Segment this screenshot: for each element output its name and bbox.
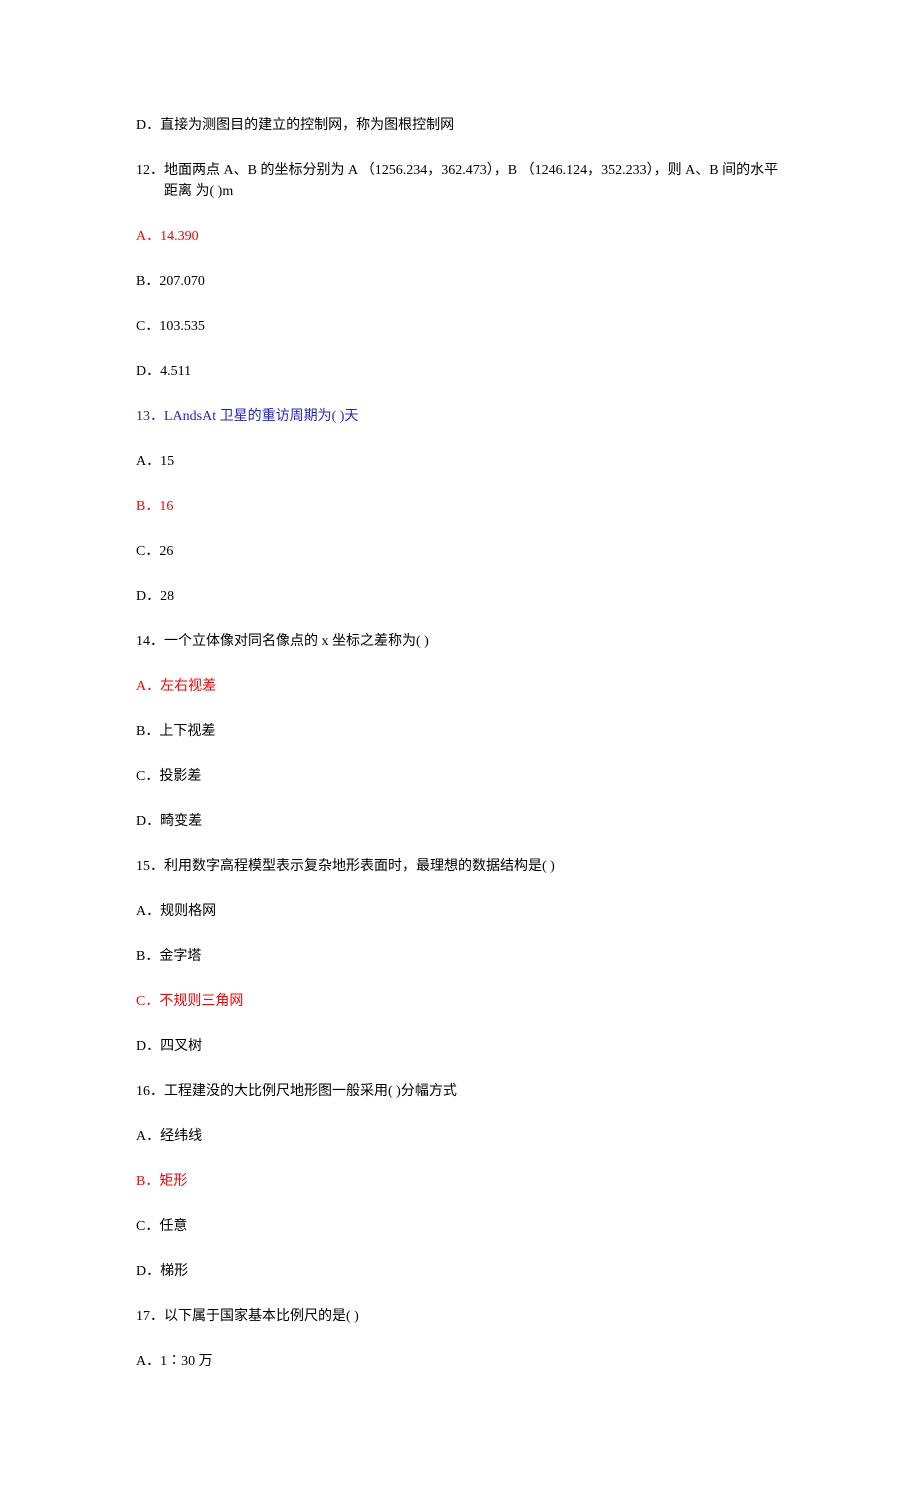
text-line: B．16 bbox=[136, 496, 784, 517]
text-line: 17．以下属于国家基本比例尺的是( ) bbox=[136, 1306, 784, 1327]
text-line: A．左右视差 bbox=[136, 676, 784, 697]
text-line: A．1∶30 万 bbox=[136, 1351, 784, 1372]
text-line: B．金字塔 bbox=[136, 946, 784, 967]
text-line: B．上下视差 bbox=[136, 721, 784, 742]
text-line: 15．利用数字高程模型表示复杂地形表面时，最理想的数据结构是( ) bbox=[136, 856, 784, 877]
text-line: 12．地面两点 A、B 的坐标分别为 A （1256.234，362.473），… bbox=[136, 160, 784, 202]
text-line: C．任意 bbox=[136, 1216, 784, 1237]
text-line: A．经纬线 bbox=[136, 1126, 784, 1147]
text-line: D．直接为测图目的建立的控制网，称为图根控制网 bbox=[136, 115, 784, 136]
text-line: C．投影差 bbox=[136, 766, 784, 787]
document-page: D．直接为测图目的建立的控制网，称为图根控制网 12．地面两点 A、B 的坐标分别… bbox=[0, 0, 920, 1496]
text-line: 16．工程建没的大比例尺地形图一般采用( )分幅方式 bbox=[136, 1081, 784, 1102]
text-line: D．28 bbox=[136, 586, 784, 607]
text-line: D．畸变差 bbox=[136, 811, 784, 832]
text-line: C．103.535 bbox=[136, 316, 784, 337]
text-line: A．规则格网 bbox=[136, 901, 784, 922]
text-line: C．不规则三角网 bbox=[136, 991, 784, 1012]
text-line: B．207.070 bbox=[136, 271, 784, 292]
text-line: A．14.390 bbox=[136, 226, 784, 247]
text-line: D．梯形 bbox=[136, 1261, 784, 1282]
text-line: C．26 bbox=[136, 541, 784, 562]
text-line: 13．LAndsAt 卫星的重访周期为( )天 bbox=[136, 406, 784, 427]
text-line: A．15 bbox=[136, 451, 784, 472]
text-line: D．4.511 bbox=[136, 361, 784, 382]
text-line: D．四叉树 bbox=[136, 1036, 784, 1057]
text-line: B．矩形 bbox=[136, 1171, 784, 1192]
text-line: 14．一个立体像对同名像点的 x 坐标之差称为( ) bbox=[136, 631, 784, 652]
